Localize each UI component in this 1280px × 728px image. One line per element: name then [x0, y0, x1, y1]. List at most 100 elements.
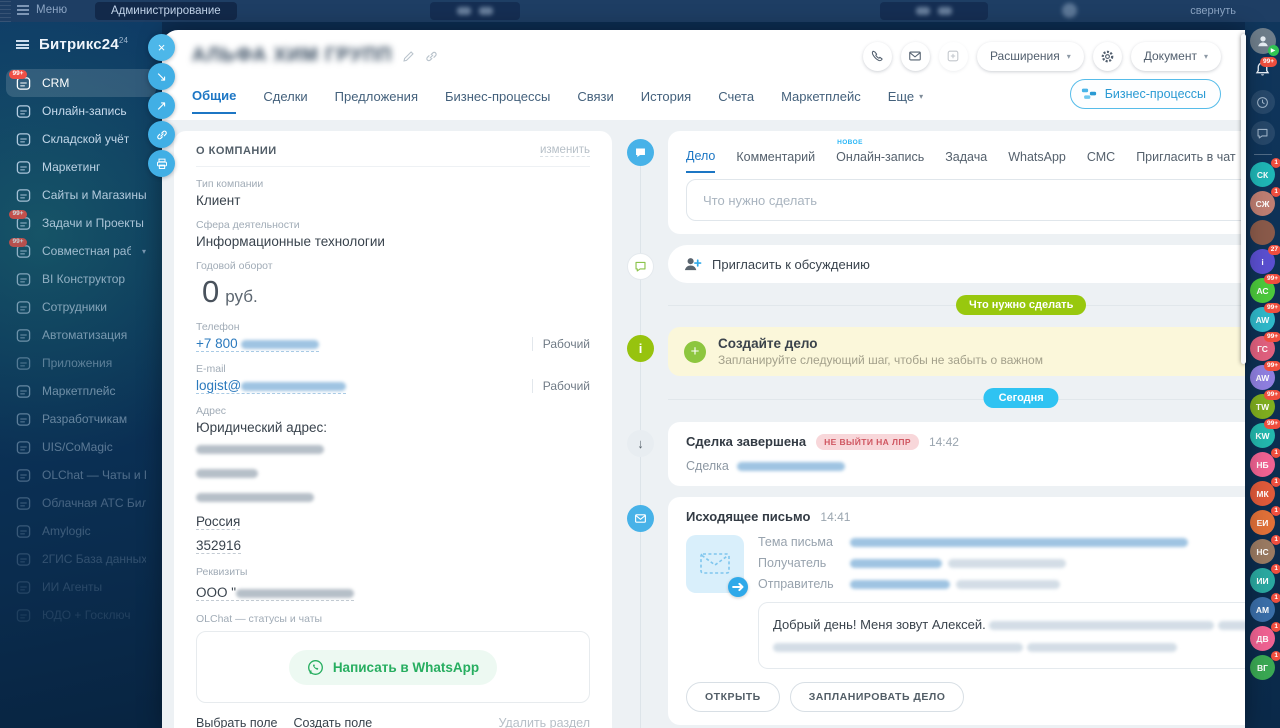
timeline-tab-item[interactable]: НОВОЕ Онлайн-запись: [836, 142, 924, 173]
sidebar-burger-icon[interactable]: [16, 40, 29, 49]
user-avatar[interactable]: ▶: [1250, 28, 1276, 54]
rail-avatar-ii[interactable]: ИИ 1: [1250, 568, 1275, 593]
sidebar-item-amylogic[interactable]: Amylogic: [6, 517, 156, 545]
call-button[interactable]: [863, 42, 892, 71]
phone-link[interactable]: +7 800: [196, 336, 319, 352]
create-field-link[interactable]: Создать поле: [294, 716, 373, 728]
top-menu-label[interactable]: Меню: [36, 4, 67, 16]
timeline-tab-item[interactable]: Задача: [945, 142, 987, 173]
email-message-preview[interactable]: Добрый день! Меня зовут Алексей.: [758, 602, 1245, 669]
chat-icon[interactable]: [1251, 121, 1275, 145]
rail-avatar-photo[interactable]: [1250, 220, 1275, 245]
minimize-button[interactable]: ↘: [148, 63, 175, 90]
sidebar-item-marketplace[interactable]: Маркетплейс: [6, 377, 156, 405]
open-in-new-button[interactable]: ↗: [148, 92, 175, 119]
timeline-tab-item[interactable]: СМС: [1087, 142, 1115, 173]
delete-section-link[interactable]: Удалить раздел: [498, 716, 590, 728]
sidebar-item-yudo-goskey[interactable]: ЮДО + Госключ: [6, 601, 156, 629]
tab-item[interactable]: Бизнес-процессы: [445, 84, 550, 114]
invite-discussion-button[interactable]: Пригласить к обсуждению: [668, 245, 1245, 283]
sidebar-item-marketing[interactable]: Маркетинг: [6, 153, 156, 181]
rail-avatar-szh[interactable]: СЖ 1: [1250, 191, 1275, 216]
tab-item[interactable]: Еще ▾: [888, 84, 923, 114]
settings-gear-button[interactable]: [1093, 42, 1122, 71]
close-button[interactable]: ×: [148, 34, 175, 61]
whatsapp-button[interactable]: Написать в WhatsApp: [289, 650, 497, 685]
todo-hint-pill[interactable]: Что нужно сделать: [956, 295, 1086, 315]
rail-avatar-tw[interactable]: TW 99+: [1250, 394, 1275, 419]
sidebar-item-uis-comagic[interactable]: UIS/CoMagic: [6, 433, 156, 461]
requisites-link[interactable]: ООО ": [196, 585, 354, 601]
rail-avatar-info[interactable]: i 27: [1250, 249, 1275, 274]
tab-item[interactable]: Сделки: [263, 84, 307, 114]
tab-administration[interactable]: Администрирование: [95, 2, 237, 20]
history-clock-icon[interactable]: [1251, 90, 1275, 114]
sidebar-item-bi-builder[interactable]: BI Конструктор: [6, 265, 156, 293]
timeline-tab-item[interactable]: Пригласить в чат: [1136, 142, 1235, 173]
tab-item[interactable]: История: [641, 84, 691, 114]
create-activity-banner[interactable]: + Создайте дело Запланируйте следующий ш…: [668, 327, 1245, 376]
tab-item[interactable]: Предложения: [335, 84, 418, 114]
timeline-tab-item[interactable]: Комментарий: [736, 142, 815, 173]
rail-avatar-ns[interactable]: НС 1: [1250, 539, 1275, 564]
sender-redacted[interactable]: [850, 580, 950, 589]
rail-avatar-nb[interactable]: НБ 1: [1250, 452, 1275, 477]
email-type-tag[interactable]: Рабочий: [532, 379, 590, 393]
rail-avatar-vg[interactable]: ВГ 1: [1250, 655, 1275, 680]
rail-avatar-mk[interactable]: МК 1: [1250, 481, 1275, 506]
address-zip[interactable]: 352916: [196, 538, 241, 554]
tab-item[interactable]: Маркетплейс: [781, 84, 861, 114]
brand-logo[interactable]: Битрикс2424: [39, 36, 128, 53]
menu-icon[interactable]: [17, 5, 29, 15]
recipient-redacted[interactable]: [850, 559, 942, 568]
email-button[interactable]: [901, 42, 930, 71]
tab-item[interactable]: Общие: [192, 84, 236, 114]
deal-link-redacted[interactable]: [737, 462, 845, 471]
sidebar-item-crm[interactable]: 99+ CRM: [6, 69, 156, 97]
business-processes-button[interactable]: Бизнес-процессы: [1070, 79, 1221, 109]
sidebar-item-sites-stores[interactable]: Сайты и Магазины: [6, 181, 156, 209]
rail-avatar-dv[interactable]: ДВ 1: [1250, 626, 1275, 651]
open-button[interactable]: ОТКРЫТЬ: [686, 682, 780, 712]
sidebar-item-employees[interactable]: Сотрудники: [6, 293, 156, 321]
plan-activity-button[interactable]: ЗАПЛАНИРОВАТЬ ДЕЛО: [790, 682, 965, 712]
sidebar-item-apps[interactable]: Приложения: [6, 349, 156, 377]
tab-blurred-2[interactable]: [880, 2, 988, 20]
rail-avatar-ac[interactable]: АС 99+: [1250, 278, 1275, 303]
subject-redacted[interactable]: [850, 538, 1188, 547]
todo-input[interactable]: [701, 192, 1245, 209]
rail-avatar-am[interactable]: АМ 1: [1250, 597, 1275, 622]
copy-link-button[interactable]: [148, 121, 175, 148]
email-link[interactable]: logist@: [196, 378, 346, 394]
sidebar-item-collaboration[interactable]: 99+ Совместная работа ▾: [6, 237, 156, 265]
notifications-bell-icon[interactable]: 99+: [1254, 61, 1271, 83]
document-dropdown[interactable]: Документ▾: [1131, 42, 1221, 71]
rail-avatar-ei[interactable]: ЕИ 1: [1250, 510, 1275, 535]
timeline-tab-item[interactable]: WhatsApp: [1008, 142, 1066, 173]
tab-blurred-1[interactable]: [430, 2, 520, 20]
panel-scrollbar[interactable]: [1241, 34, 1246, 364]
tab-item[interactable]: Счета: [718, 84, 754, 114]
feedback-button[interactable]: [939, 42, 968, 71]
sidebar-item-olchat[interactable]: OLChat — Чаты и Гр...: [6, 461, 156, 489]
address-country[interactable]: Россия: [196, 514, 240, 530]
extensions-dropdown[interactable]: Расширения▾: [977, 42, 1084, 71]
sidebar-item-tasks-projects[interactable]: 99+ Задачи и Проекты: [6, 209, 156, 237]
choose-field-link[interactable]: Выбрать поле: [196, 716, 278, 728]
rail-avatar-kw[interactable]: KW 99+: [1250, 423, 1275, 448]
link-icon[interactable]: [425, 50, 438, 63]
sidebar-item-ai-agents[interactable]: ИИ Агенты: [6, 573, 156, 601]
edit-company-link[interactable]: изменить: [540, 144, 590, 157]
sidebar-item-developers[interactable]: Разработчикам: [6, 405, 156, 433]
phone-type-tag[interactable]: Рабочий: [532, 337, 590, 351]
collapse-link[interactable]: свернуть: [1190, 5, 1236, 17]
rail-avatar-aw2[interactable]: AW 99+: [1250, 365, 1275, 390]
sidebar-item-2gis[interactable]: 2ГИС База данных: [6, 545, 156, 573]
sidebar-item-inventory[interactable]: Складской учёт: [6, 125, 156, 153]
plus-icon[interactable]: +: [684, 341, 706, 363]
print-button[interactable]: [148, 150, 175, 177]
rail-avatar-aw1[interactable]: AW 99+: [1250, 307, 1275, 332]
tab-item[interactable]: Связи: [577, 84, 613, 114]
sidebar-item-automation[interactable]: Автоматизация: [6, 321, 156, 349]
sidebar-item-cloud-ats[interactable]: Облачная АТС Била...: [6, 489, 156, 517]
